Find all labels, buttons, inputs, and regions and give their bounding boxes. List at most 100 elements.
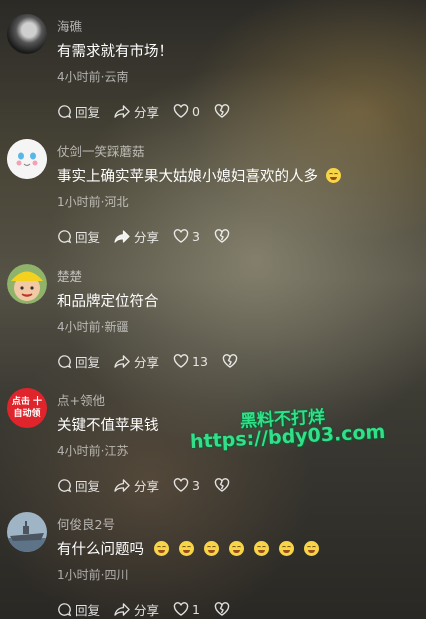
share-label: 分享 (134, 602, 160, 618)
comment-text-content: 关键不值苹果钱 (57, 418, 159, 434)
share-button[interactable]: 分享 (114, 352, 159, 371)
comment-meta: 4小时前·江苏 (57, 444, 129, 458)
reply-button[interactable]: 回复 (57, 476, 100, 495)
heart-icon (173, 478, 189, 492)
dislike-button[interactable] (214, 229, 233, 243)
comment-actions: 回复 分享 3 (57, 227, 233, 245)
share-button[interactable]: 分享 (114, 227, 159, 246)
reply-label: 回复 (75, 104, 101, 120)
avatar[interactable] (7, 264, 47, 304)
heart-icon (173, 229, 189, 243)
like-count: 13 (192, 353, 208, 369)
share-button[interactable]: 分享 (114, 476, 159, 495)
avatar-badge-line1: 点击 十 (11, 397, 43, 407)
warship-avatar (7, 512, 47, 552)
reply-label: 回复 (75, 602, 101, 618)
comment-text: 有什么问题吗 (57, 538, 319, 559)
avatar[interactable] (7, 512, 47, 552)
comment-username[interactable]: 仗剑一笑踩蘑菇 (57, 141, 145, 160)
comment-meta: 1小时前·河北 (57, 195, 129, 209)
grin-emoji-icon (279, 541, 294, 556)
like-count: 1 (192, 601, 200, 617)
dislike-button[interactable] (214, 104, 233, 118)
grin-emoji-icon (204, 541, 219, 556)
comment-text-content: 有什么问题吗 (57, 542, 144, 558)
reply-icon (58, 229, 72, 243)
share-button[interactable]: 分享 (114, 600, 159, 619)
share-button[interactable]: 分享 (114, 102, 159, 121)
reply-button[interactable]: 回复 (57, 102, 100, 121)
reply-icon (58, 104, 72, 118)
share-label: 分享 (134, 354, 160, 370)
broken-heart-icon (214, 478, 230, 492)
comment-actions: 回复 分享 13 (57, 352, 241, 370)
reply-button[interactable]: 回复 (57, 227, 100, 246)
share-icon (114, 354, 130, 368)
comment-username[interactable]: 何俊良2号 (57, 514, 115, 533)
dislike-button[interactable] (214, 478, 233, 492)
comment-username[interactable]: 点+领他 (57, 390, 105, 409)
comment-text: 和品牌定位符合 (57, 290, 159, 311)
cartoon-face-avatar (7, 139, 47, 179)
comment-actions: 回复 分享 3 (57, 476, 233, 494)
like-button[interactable]: 0 (173, 104, 200, 119)
comment-actions: 回复 分享 1 (57, 600, 233, 618)
like-count: 3 (192, 228, 200, 244)
comment-actions: 回复 分享 0 (57, 102, 233, 120)
comment-meta: 4小时前·新疆 (57, 320, 129, 334)
heart-icon (173, 602, 189, 616)
comment-text-content: 和品牌定位符合 (57, 294, 159, 310)
share-icon (114, 104, 130, 118)
grin-emoji-icon (254, 541, 269, 556)
like-button[interactable]: 13 (173, 354, 208, 369)
comment-text: 事实上确实苹果大姑娘小媳妇喜欢的人多 (57, 165, 341, 186)
reply-label: 回复 (75, 354, 101, 370)
avatar[interactable] (7, 139, 47, 179)
heart-icon (173, 354, 189, 368)
comment-meta: 4小时前·云南 (57, 70, 129, 84)
grin-emoji-icon (304, 541, 319, 556)
share-icon (114, 229, 130, 243)
comment-username[interactable]: 楚楚 (57, 266, 82, 285)
comment-username[interactable]: 海礁 (57, 16, 82, 35)
comment-text-content: 事实上确实苹果大姑娘小媳妇喜欢的人多 (57, 169, 318, 185)
like-button[interactable]: 3 (173, 478, 200, 493)
reply-button[interactable]: 回复 (57, 600, 100, 619)
heart-icon (173, 104, 189, 118)
share-label: 分享 (134, 229, 160, 245)
avatar[interactable]: 点击 十 自动领 (7, 388, 47, 428)
comment-text-content: 有需求就有市场！ (57, 44, 173, 60)
share-label: 分享 (134, 478, 160, 494)
like-button[interactable]: 1 (173, 602, 200, 617)
reply-icon (58, 602, 72, 616)
dislike-button[interactable] (214, 602, 233, 616)
like-count: 0 (192, 103, 200, 119)
share-label: 分享 (134, 104, 160, 120)
share-icon (114, 478, 130, 492)
broken-heart-icon (222, 354, 238, 368)
comment-text: 有需求就有市场！ (57, 40, 173, 61)
like-count: 3 (192, 477, 200, 493)
comment-meta: 1小时前·四川 (57, 568, 129, 582)
grin-emoji-icon (179, 541, 194, 556)
reply-label: 回复 (75, 229, 101, 245)
reply-icon (58, 354, 72, 368)
grin-emoji-icon (229, 541, 244, 556)
child-yellow-hat-avatar (7, 264, 47, 304)
grin-emoji-icon (326, 168, 341, 183)
broken-heart-icon (214, 104, 230, 118)
broken-heart-icon (214, 229, 230, 243)
dislike-button[interactable] (222, 354, 241, 368)
reply-label: 回复 (75, 478, 101, 494)
avatar-badge-line2: 自动领 (13, 409, 41, 419)
grin-emoji-icon (154, 541, 169, 556)
reply-icon (58, 478, 72, 492)
share-icon (114, 602, 130, 616)
reply-button[interactable]: 回复 (57, 352, 100, 371)
comment-text: 关键不值苹果钱 (57, 414, 159, 435)
like-button[interactable]: 3 (173, 229, 200, 244)
broken-heart-icon (214, 602, 230, 616)
avatar[interactable] (7, 14, 47, 54)
watermark: 黑料不打烊 https://bdy03.com (190, 407, 386, 453)
watermark-url: https://bdy03.com (189, 420, 386, 453)
